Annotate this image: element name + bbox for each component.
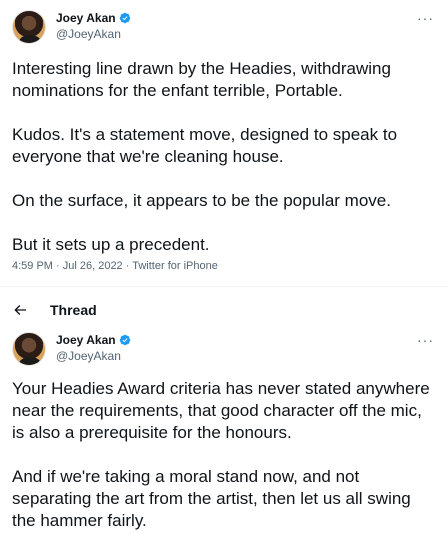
reply-tweet[interactable]: Joey Akan @JoeyAkan ··· Your Headies Awa…	[0, 326, 448, 534]
tweet-paragraph: Your Headies Award criteria has never st…	[12, 379, 430, 442]
display-name[interactable]: Joey Akan	[56, 332, 116, 348]
avatar[interactable]	[12, 332, 46, 366]
more-icon[interactable]: ···	[417, 10, 434, 26]
divider	[0, 286, 448, 287]
tweet-paragraph: On the surface, it appears to be the pop…	[12, 191, 391, 210]
tweet-paragraph: Kudos. It's a statement move, designed t…	[12, 125, 398, 166]
tweet-text: Interesting line drawn by the Headies, w…	[12, 58, 436, 256]
thread-page: Joey Akan @JoeyAkan ··· Interesting line…	[0, 0, 448, 534]
back-arrow-icon[interactable]	[12, 302, 28, 318]
tweet-paragraph: But it sets up a precedent.	[12, 235, 210, 254]
name-row: Joey Akan	[56, 10, 131, 26]
handle: @JoeyAkan	[56, 27, 121, 41]
tweet-author[interactable]: Joey Akan @JoeyAkan	[12, 10, 131, 44]
handle: @JoeyAkan	[56, 349, 121, 363]
author-names: Joey Akan @JoeyAkan	[56, 10, 131, 42]
author-names: Joey Akan @JoeyAkan	[56, 332, 131, 364]
tweet-text: Your Headies Award criteria has never st…	[12, 378, 436, 532]
tweet-paragraph: And if we're taking a moral stand now, a…	[12, 467, 411, 530]
name-row: Joey Akan	[56, 332, 131, 348]
more-icon[interactable]: ···	[417, 332, 434, 348]
main-tweet[interactable]: Joey Akan @JoeyAkan ··· Interesting line…	[0, 0, 448, 288]
tweet-timestamp[interactable]: 4:59 PM · Jul 26, 2022 · Twitter for iPh…	[12, 260, 218, 272]
display-name[interactable]: Joey Akan	[56, 10, 116, 26]
tweet-paragraph: Interesting line drawn by the Headies, w…	[12, 59, 391, 100]
tweet-author[interactable]: Joey Akan @JoeyAkan	[12, 332, 131, 366]
verified-badge-icon	[119, 12, 130, 24]
thread-title: Thread	[50, 302, 97, 318]
verified-badge-icon	[119, 334, 130, 346]
avatar[interactable]	[12, 10, 46, 44]
thread-header: Thread	[0, 296, 448, 324]
